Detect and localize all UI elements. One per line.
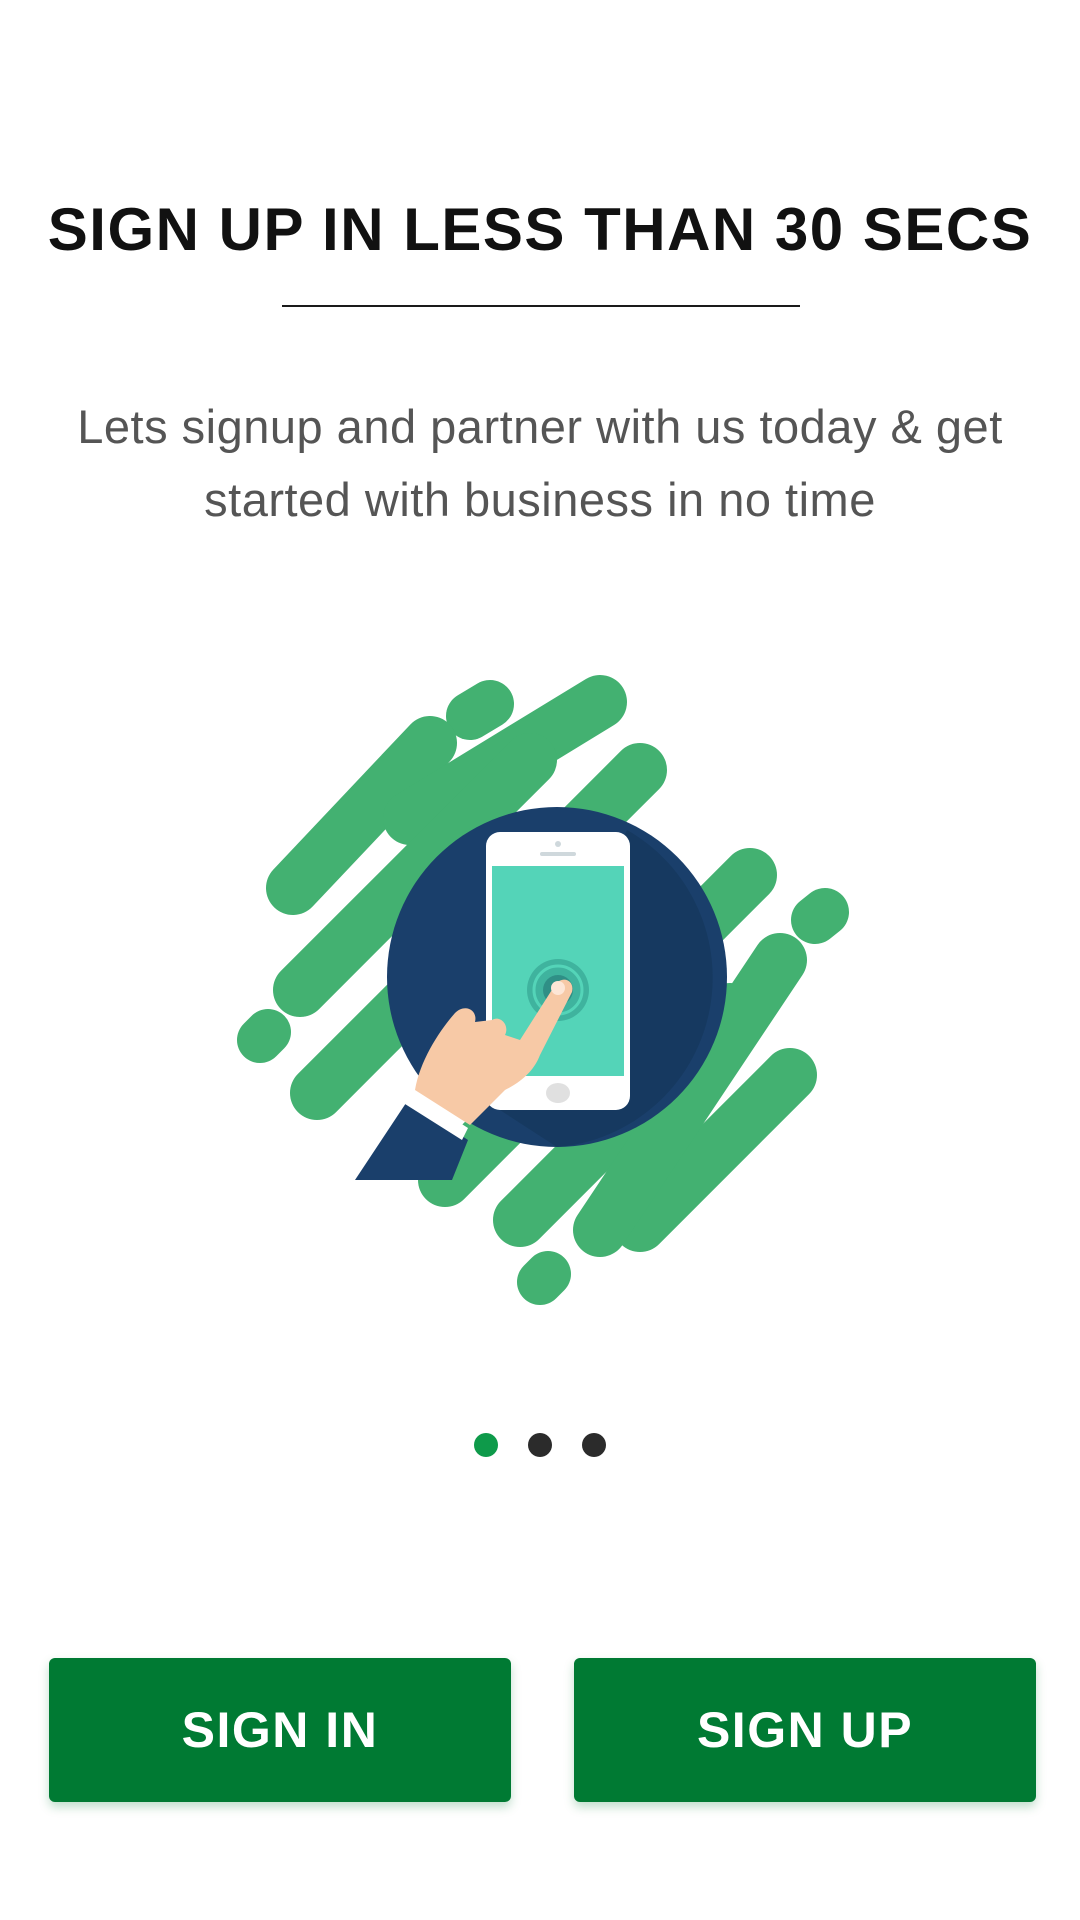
sign-in-button[interactable]: SIGN IN xyxy=(49,1658,511,1802)
title-divider xyxy=(282,305,800,307)
page-title: SIGN UP IN LESS THAN 30 SECS xyxy=(47,196,1033,263)
page-dot-1[interactable] xyxy=(474,1433,498,1457)
sign-up-button[interactable]: SIGN UP xyxy=(574,1658,1036,1802)
phone-tap-icon xyxy=(237,675,849,1305)
page-indicator xyxy=(0,1433,1080,1459)
onboarding-screen: SIGN UP IN LESS THAN 30 SECS Lets signup… xyxy=(0,0,1080,1920)
page-dot-3[interactable] xyxy=(582,1433,606,1457)
page-dot-2[interactable] xyxy=(528,1433,552,1457)
page-subtitle: Lets signup and partner with us today & … xyxy=(77,400,1003,526)
